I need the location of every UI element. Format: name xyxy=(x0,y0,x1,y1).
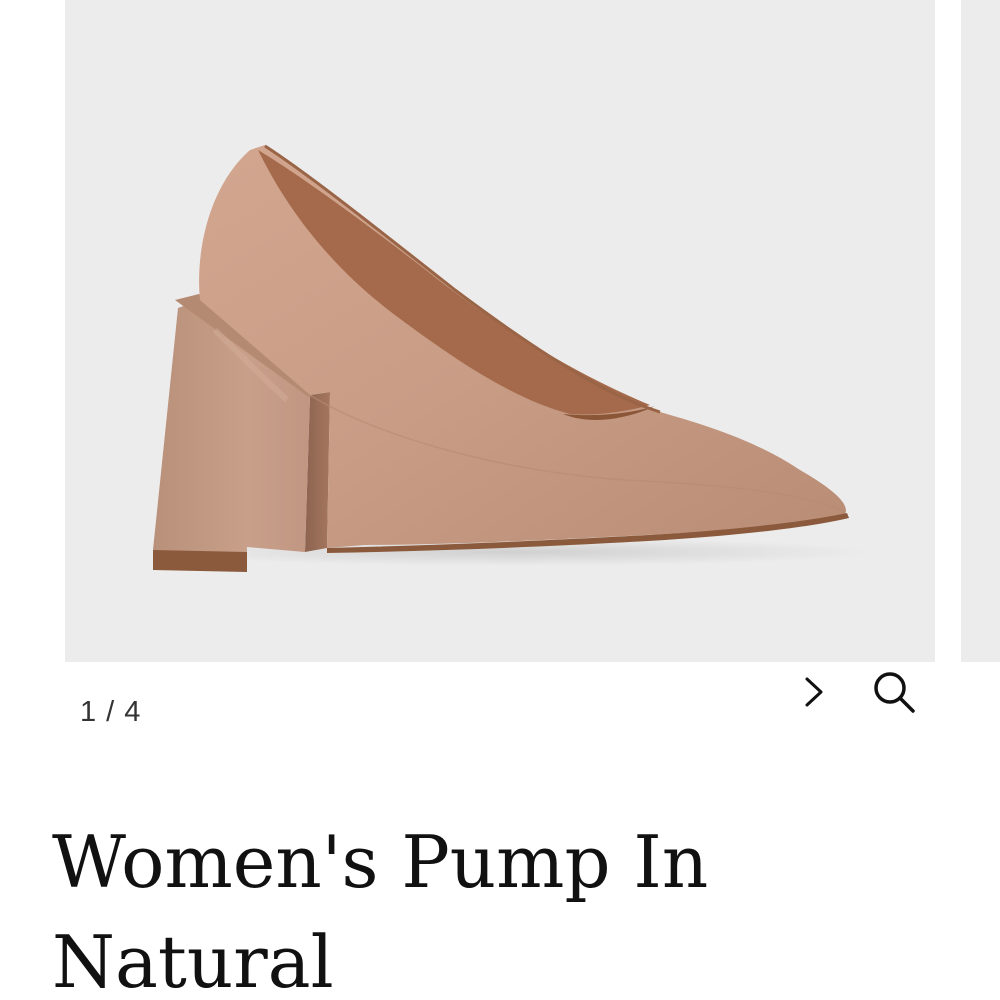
next-image-button[interactable] xyxy=(786,664,842,720)
product-image-gallery[interactable] xyxy=(0,0,1000,662)
product-image xyxy=(153,144,875,572)
zoom-button[interactable] xyxy=(866,664,922,720)
chevron-right-icon xyxy=(805,677,823,707)
magnifier-icon xyxy=(874,672,915,713)
product-image-slide[interactable] xyxy=(65,0,935,662)
slide-counter: 1 / 4 xyxy=(80,696,142,728)
product-title: Women's Pump In Natural xyxy=(52,820,709,1000)
next-product-image-slide[interactable] xyxy=(961,0,1000,662)
